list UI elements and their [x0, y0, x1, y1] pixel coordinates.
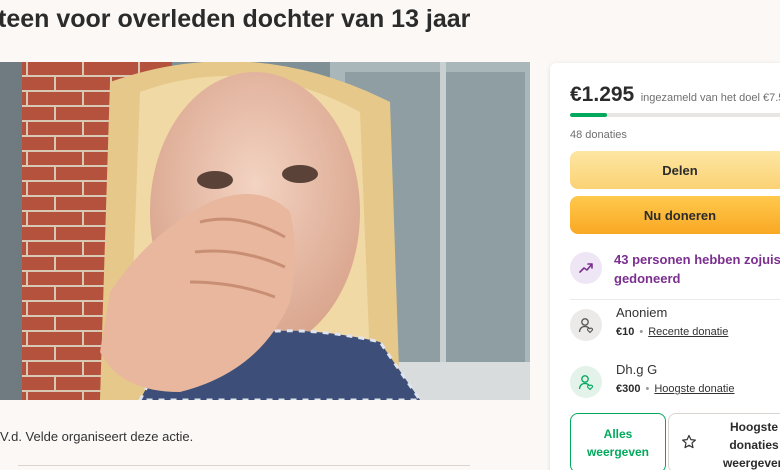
donor-name: Dh.g G [616, 362, 658, 377]
donor-meta: €300 • Hoogste donatie [616, 383, 735, 395]
top-donations-label: Hoogste donaties weergeven [722, 420, 780, 470]
donor-avatar-icon [570, 309, 602, 341]
campaign-title: teen voor overleden dochter van 13 jaar [0, 5, 471, 33]
progress-bar [570, 113, 780, 117]
donor-name: Anoniem [616, 305, 668, 320]
donor-amount: €300 [616, 383, 641, 395]
donor-meta: €10 • Recente donatie [616, 326, 729, 338]
star-icon [681, 434, 697, 453]
campaign-photo[interactable] [0, 62, 530, 400]
amount-row: €1.295 ingezameld van het doel €7.5 [570, 83, 780, 107]
page-title-bar: teen voor overleden dochter van 13 jaar [0, 0, 780, 40]
progress-fill [570, 113, 608, 117]
donation-count: 48 donaties [570, 129, 627, 141]
recent-activity-text: 43 personen hebben zojuist gedoneerd [614, 252, 780, 286]
donor-amount: €10 [616, 326, 635, 338]
campaign-photo-image [0, 62, 530, 400]
organizer-text: V.d. Velde organiseert deze actie. [0, 429, 194, 444]
divider [570, 299, 780, 300]
goal-text: ingezameld van het doel €7.5 [640, 92, 780, 104]
donor-avatar-icon [570, 366, 602, 398]
recent-donation-link[interactable]: Recente donatie [648, 326, 728, 338]
raised-amount: €1.295 [570, 83, 635, 106]
top-donation-link[interactable]: Hoogste donatie [654, 383, 734, 395]
share-button[interactable]: Delen [570, 151, 780, 189]
show-top-donations-button[interactable]: Hoogste donaties weergeven [668, 413, 780, 470]
donor-item: Dh.g G €300 • Hoogste donatie [570, 362, 780, 402]
trend-up-icon [570, 252, 602, 284]
donate-button[interactable]: Nu doneren [570, 196, 780, 234]
divider [18, 465, 470, 466]
show-all-donations-button[interactable]: Alles weergeven [570, 413, 666, 470]
donation-panel: €1.295 ingezameld van het doel €7.5 48 d… [550, 63, 780, 470]
donor-item: Anoniem €10 • Recente donatie [570, 305, 780, 345]
